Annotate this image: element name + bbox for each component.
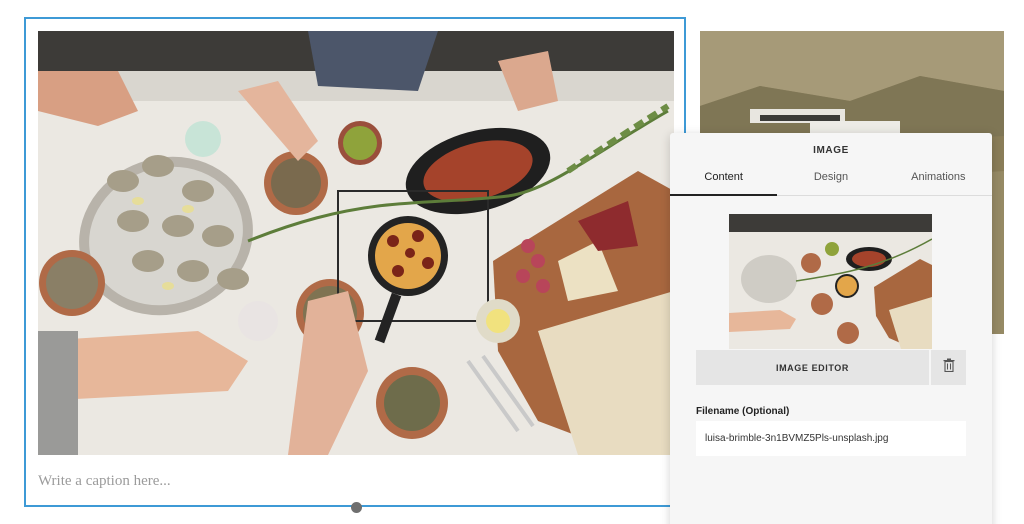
- image-settings-panel: IMAGE Content Design Animations IMAGE ED…: [670, 133, 992, 524]
- tab-content[interactable]: Content: [670, 168, 778, 196]
- filename-field[interactable]: [696, 421, 966, 456]
- tab-animations[interactable]: Animations: [885, 168, 992, 195]
- filename-label: Filename (Optional): [696, 406, 790, 417]
- delete-image-button[interactable]: [931, 350, 966, 385]
- trash-icon: [943, 358, 955, 377]
- image-editor-button[interactable]: IMAGE EDITOR: [696, 350, 929, 385]
- canvas: Write a caption here... IMAGE Content De…: [0, 0, 1024, 524]
- tab-design[interactable]: Design: [777, 168, 884, 195]
- panel-title: IMAGE: [813, 145, 849, 156]
- caption-input[interactable]: Write a caption here...: [38, 473, 171, 490]
- image-block[interactable]: Write a caption here...: [24, 17, 686, 513]
- panel-tabs: Content Design Animations: [670, 168, 992, 196]
- image-thumbnail[interactable]: [729, 214, 932, 349]
- resize-handle[interactable]: [351, 502, 362, 513]
- main-image[interactable]: [38, 31, 674, 455]
